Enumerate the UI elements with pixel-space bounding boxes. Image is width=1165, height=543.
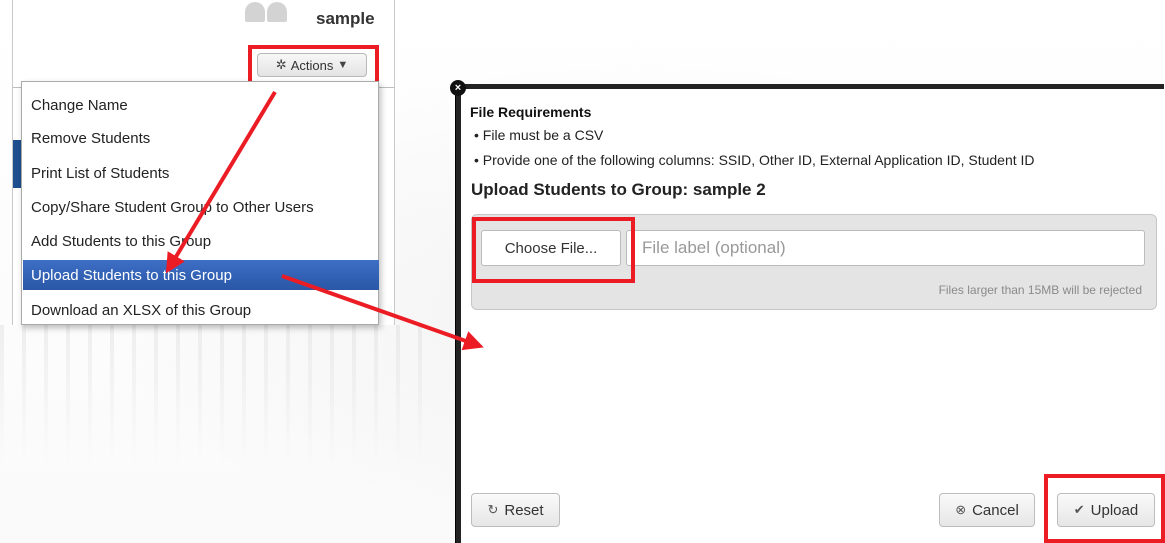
requirements-title: File Requirements (470, 104, 592, 120)
menu-item-print-list[interactable]: Print List of Students (23, 158, 379, 188)
background-decoration (0, 325, 440, 465)
user-silhouette-icon (245, 2, 265, 22)
menu-item-remove-students[interactable]: Remove Students (23, 123, 379, 153)
reset-button-label: Reset (504, 501, 544, 519)
reset-button[interactable]: ↻ Reset (471, 493, 560, 527)
cancel-button[interactable]: ⊗ Cancel (939, 493, 1035, 527)
avatar (245, 0, 301, 22)
close-icon[interactable]: × (450, 80, 466, 96)
menu-item-copy-share-group[interactable]: Copy/Share Student Group to Other Users (23, 192, 379, 222)
highlight-choose-file (472, 217, 635, 283)
menu-item-download-xlsx[interactable]: Download an XLSX of this Group (23, 295, 379, 325)
cancel-icon: ⊗ (955, 502, 967, 517)
cancel-button-label: Cancel (972, 501, 1019, 519)
dialog-title: Upload Students to Group: sample 2 (471, 180, 766, 199)
file-size-note: Files larger than 15MB will be rejected (938, 283, 1142, 297)
actions-dropdown-menu: Change Name Remove Students Print List o… (21, 81, 379, 325)
menu-item-upload-students[interactable]: Upload Students to this Group (23, 260, 379, 290)
requirement-item: • File must be a CSV (474, 127, 604, 143)
requirement-item: • Provide one of the following columns: … (474, 152, 1035, 168)
menu-item-add-students[interactable]: Add Students to this Group (23, 226, 379, 256)
highlight-upload-button (1044, 474, 1165, 543)
user-silhouette-icon (267, 2, 287, 22)
file-label-input[interactable] (626, 230, 1145, 266)
menu-item-change-name[interactable]: Change Name (23, 90, 379, 120)
reset-icon: ↻ (487, 502, 499, 517)
user-name: sample (316, 9, 375, 28)
